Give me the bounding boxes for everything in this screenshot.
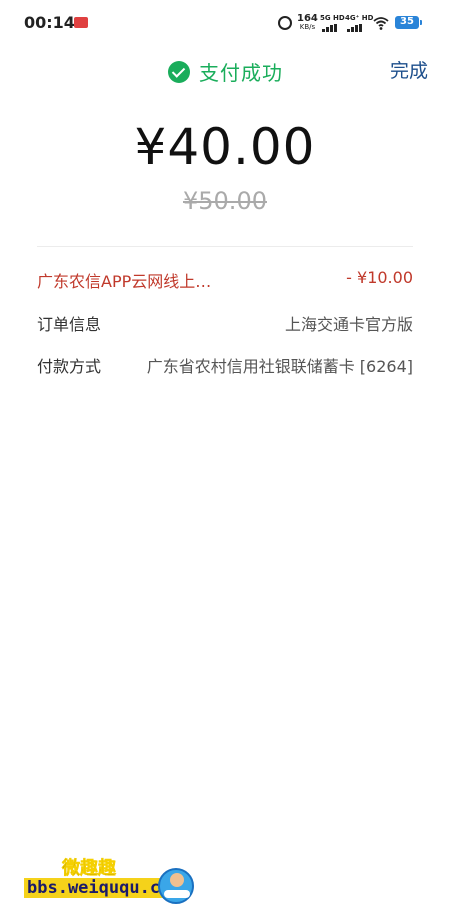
order-info-value: 上海交通卡官方版 bbox=[284, 315, 413, 334]
signal-5g-label: 5G HD bbox=[320, 14, 345, 22]
status-time: 00:14 bbox=[24, 13, 75, 32]
payment-method-value: 广东省农村信用社银联储蓄卡 [6264] bbox=[146, 357, 413, 376]
mascot-icon bbox=[158, 868, 194, 904]
divider bbox=[37, 246, 413, 247]
watermark-title: 微趣趣 bbox=[62, 858, 117, 880]
wifi-icon bbox=[373, 17, 389, 30]
payment-success-status: 支付成功 bbox=[168, 57, 283, 86]
order-info-row[interactable]: 订单信息 上海交通卡官方版 bbox=[37, 311, 413, 335]
check-circle-icon bbox=[168, 60, 190, 83]
network-speed-unit: KB/s bbox=[299, 23, 316, 31]
done-button[interactable]: 完成 bbox=[390, 56, 428, 83]
battery-level: 35 bbox=[400, 16, 414, 27]
payment-method-row: 付款方式 广东省农村信用社银联储蓄卡 [6264] bbox=[37, 353, 413, 377]
payment-method-label: 付款方式 bbox=[37, 357, 102, 376]
signal-4g-icon: 4G⁺ HD bbox=[345, 14, 373, 32]
alarm-icon bbox=[278, 16, 292, 30]
network-speed-value: 164 bbox=[297, 13, 318, 24]
discount-label: 广东农信APP云网线上… bbox=[37, 272, 212, 291]
discount-row: 广东农信APP云网线上… - ¥10.00 bbox=[37, 268, 413, 292]
result-header: 支付成功 完成 bbox=[0, 46, 450, 92]
battery-icon: 35 bbox=[395, 16, 422, 29]
status-bar: 00:14 164 KB/s 5G HD 4G⁺ HD 35 bbox=[0, 0, 450, 46]
watermark-logo: 微趣趣 bbs.weiququ.cn bbox=[24, 852, 204, 912]
notification-icon bbox=[74, 17, 88, 28]
order-info-label: 订单信息 bbox=[37, 315, 102, 334]
watermark-url: bbs.weiququ.cn bbox=[24, 878, 174, 898]
payment-success-text: 支付成功 bbox=[199, 61, 283, 85]
signal-5g-icon: 5G HD bbox=[320, 14, 345, 32]
discount-value: - ¥10.00 bbox=[346, 268, 413, 287]
paid-amount: ¥40.00 bbox=[134, 118, 316, 176]
network-speed: 164 KB/s bbox=[297, 14, 318, 32]
signal-4g-label: 4G⁺ HD bbox=[345, 14, 374, 22]
original-amount: ¥50.00 bbox=[183, 187, 267, 215]
